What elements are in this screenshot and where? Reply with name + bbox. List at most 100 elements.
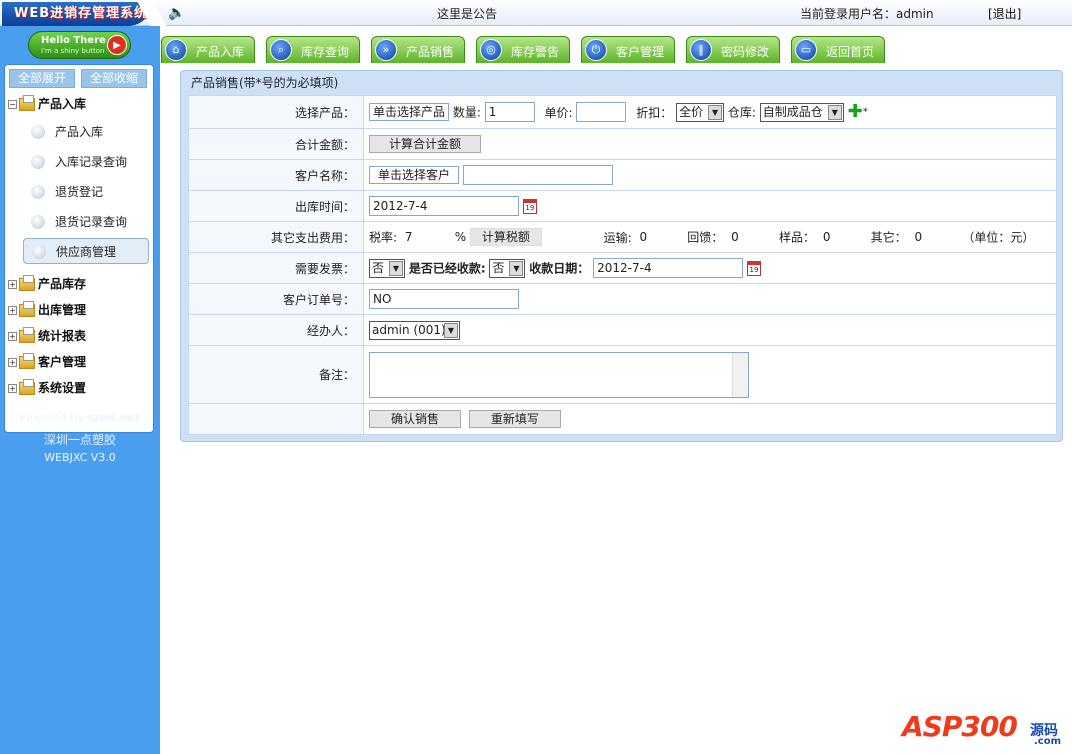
plus-icon[interactable]: +: [8, 306, 17, 315]
folder-icon: [19, 275, 35, 291]
collapse-all-button[interactable]: 全部收缩: [81, 69, 147, 88]
percent-sign: %: [454, 230, 467, 244]
rebate-input[interactable]: 0: [727, 227, 776, 247]
tree-item-product-in[interactable]: 产品入库: [23, 119, 149, 145]
tab-home[interactable]: ▭ 返回首页: [791, 36, 885, 63]
pay-date-input[interactable]: 2012-7-4: [593, 258, 744, 278]
required-mark: *: [862, 106, 868, 118]
handler-select[interactable]: admin (001) ▼: [369, 320, 460, 340]
warehouse-label: 仓库:: [727, 105, 756, 120]
folder-icon: [19, 301, 35, 317]
tree-item-supplier[interactable]: 供应商管理: [23, 238, 149, 264]
tab-product-in[interactable]: ⌂ 产品入库: [161, 36, 255, 63]
calendar-icon[interactable]: 19: [746, 260, 761, 276]
price-label: 单价:: [544, 105, 573, 120]
tax-rate-input[interactable]: 7: [400, 227, 451, 247]
plus-icon[interactable]: +: [8, 280, 17, 289]
tree-item-in-records[interactable]: 入库记录查询: [23, 149, 149, 175]
minus-icon[interactable]: −: [8, 100, 17, 109]
calc-total-button[interactable]: 计算合计金额: [369, 135, 481, 153]
invoice-select[interactable]: 否 ▼: [369, 258, 405, 278]
sidebar: Hello There I'm a shiny button ▶ 全部展开 全部…: [0, 26, 160, 754]
tree-group-product-in[interactable]: − 产品入库: [8, 94, 86, 114]
sales-form: 选择产品： 单击选择产品 数量: 1 单价: 折扣： 全价 ▼ 仓库: 自制成品仓…: [188, 95, 1057, 435]
remark-label: 备注：: [188, 345, 364, 404]
hello-button[interactable]: Hello There I'm a shiny button ▶: [28, 31, 131, 59]
tree-group-outbound[interactable]: + 出库管理: [8, 300, 86, 320]
chevron-down-icon: ▼: [708, 104, 723, 120]
version-text: WEBJXC V3.0: [44, 451, 116, 464]
bullet-icon: [31, 155, 45, 169]
customer-input[interactable]: [462, 165, 613, 185]
freight-input[interactable]: 0: [635, 227, 684, 247]
warehouse-select[interactable]: 自制成品仓 ▼: [759, 102, 844, 122]
search-icon: ⌕: [270, 39, 292, 61]
paid-label: 是否已经收款:: [408, 261, 486, 276]
tree-group-settings[interactable]: + 系统设置: [8, 378, 86, 398]
remark-textarea[interactable]: [369, 351, 749, 398]
speaker-icon: 🔈: [168, 5, 186, 21]
unit-note: （单位：元）: [962, 230, 1035, 245]
select-customer-button[interactable]: 单击选择客户: [369, 166, 459, 184]
top-bar: WEB进销存管理系统 🔈 这里是公告 当前登录用户名：admin [退出]: [0, 0, 1072, 26]
tree-group-stock[interactable]: + 产品库存: [8, 274, 86, 294]
calendar-icon[interactable]: 19: [522, 198, 537, 214]
tab-product-sales[interactable]: » 产品销售: [371, 36, 465, 63]
tab-password[interactable]: ‖ 密码修改: [686, 36, 780, 63]
reset-button[interactable]: 重新填写: [468, 410, 561, 428]
bullet-icon: [31, 215, 45, 229]
bullet-icon: [31, 125, 45, 139]
others-input[interactable]: 0: [910, 227, 959, 247]
tab-stock-warning[interactable]: ◎ 库存警告: [476, 36, 570, 63]
logout-link[interactable]: [退出]: [988, 5, 1021, 22]
chevron-down-icon: ▼: [827, 104, 842, 120]
tree-item-return-records[interactable]: 退货记录查询: [23, 209, 149, 235]
main-tabs: ⌂ 产品入库 ⌕ 库存查询 » 产品销售 ◎ 库存警告 ⏻ 客户管理 ‖ 密码修改 ▭ 返回首…: [160, 26, 1072, 64]
others-label: 其它：: [870, 230, 907, 245]
hello-title: Hello There: [41, 35, 106, 46]
panel-title: 产品销售(带*号的为必填项): [191, 76, 339, 90]
qty-input[interactable]: 1: [484, 102, 535, 122]
folder-icon: [19, 95, 35, 111]
sample-input[interactable]: 0: [818, 227, 867, 247]
freight-label: 运输:: [603, 230, 632, 245]
add-icon[interactable]: ✚: [848, 103, 863, 121]
date-label: 出库时间：: [188, 190, 364, 222]
product-label: 选择产品：: [188, 95, 364, 129]
rebate-label: 回馈：: [687, 230, 724, 245]
calc-tax-button[interactable]: 计算税额: [469, 228, 542, 246]
nav-tree: 全部展开 全部收缩 − 产品入库 产品入库 入库记录查询 退货登记 退货记录查询 …: [4, 64, 154, 433]
expand-all-button[interactable]: 全部展开: [9, 69, 75, 88]
plus-icon[interactable]: +: [8, 384, 17, 393]
handler-label: 经办人：: [188, 314, 364, 346]
other-fee-label: 其它支出费用：: [188, 221, 364, 253]
confirm-sale-button[interactable]: 确认销售: [369, 410, 461, 428]
plus-icon[interactable]: +: [8, 358, 17, 367]
out-date-input[interactable]: 2012-7-4: [369, 196, 519, 216]
tax-amount-input[interactable]: [545, 227, 598, 247]
powered-by: Powered by szed.net: [19, 411, 141, 424]
plus-icon[interactable]: +: [8, 332, 17, 341]
discount-select[interactable]: 全价 ▼: [676, 102, 725, 122]
paid-select[interactable]: 否 ▼: [489, 258, 526, 278]
tab-customer-manage[interactable]: ⏻ 客户管理: [581, 36, 675, 63]
chevron-down-icon: ▼: [444, 322, 458, 338]
order-no-label: 客户订单号：: [188, 283, 364, 315]
current-user: 当前登录用户名：admin: [800, 7, 934, 21]
bullet-icon: [31, 185, 45, 199]
select-product-button[interactable]: 单击选择产品: [369, 103, 449, 121]
arrow-right-icon: ▶: [107, 35, 127, 55]
scrollbar[interactable]: [732, 352, 748, 397]
tree-group-customers[interactable]: + 客户管理: [8, 352, 86, 372]
order-no-input[interactable]: NO: [369, 289, 519, 309]
tree-group-reports[interactable]: + 统计报表: [8, 326, 86, 346]
folder-icon: [19, 379, 35, 395]
folder-icon: [19, 353, 35, 369]
tree-item-return-register[interactable]: 退货登记: [23, 179, 149, 205]
qty-label: 数量:: [452, 105, 481, 120]
app-logo: WEB进销存管理系统: [2, 2, 152, 26]
price-input[interactable]: [576, 102, 627, 122]
watermark-logo: ASP300 源码 .com: [902, 710, 1062, 747]
sample-label: 样品：: [778, 230, 815, 245]
tab-stock-query[interactable]: ⌕ 库存查询: [266, 36, 360, 63]
